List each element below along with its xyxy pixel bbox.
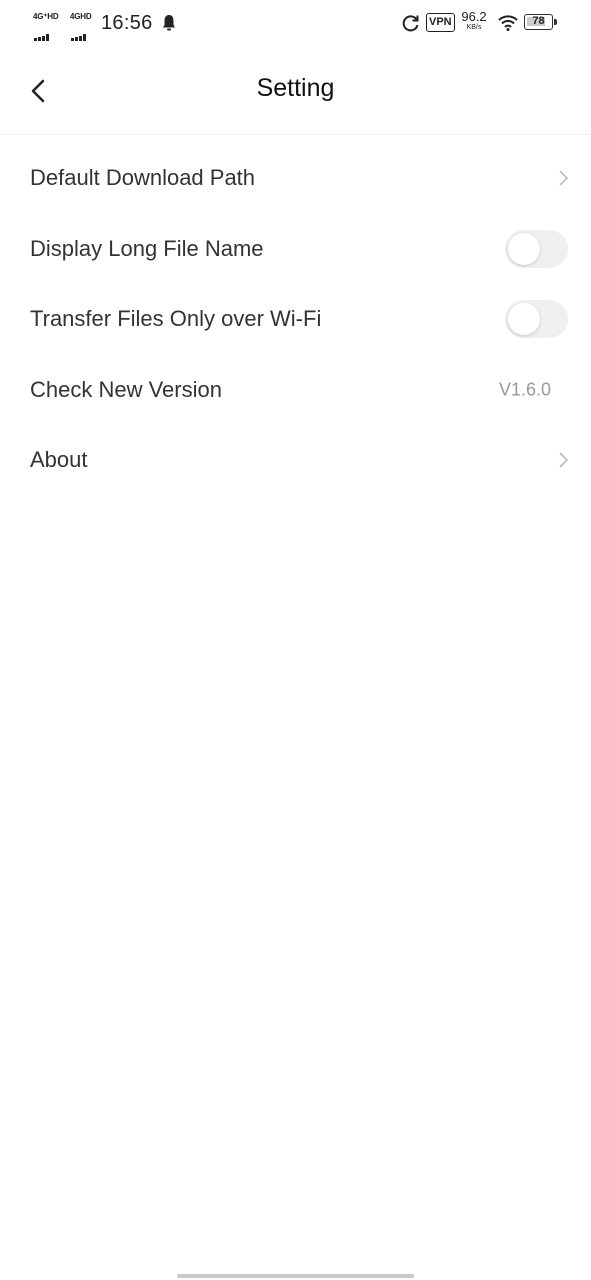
setting-display-long-file-name: Display Long File Name [0,214,591,285]
speed-value: 96.2 [461,9,487,24]
vpn-badge: VPN [426,13,455,32]
sim1-network-label: 4G⁺HD [33,12,59,21]
chevron-right-icon [559,170,569,186]
sim2-signal: 4GHD [70,12,100,41]
sim1-signal: 4G⁺HD [33,12,63,41]
version-value: V1.6.0 [498,379,551,400]
signal-icon [34,23,50,41]
battery-level: 78 [532,15,545,27]
setting-transfer-wifi-only: Transfer Files Only over Wi-Fi [0,284,591,355]
setting-default-download-path[interactable]: Default Download Path [0,143,591,214]
signal-icon [71,23,87,41]
setting-label: Transfer Files Only over Wi-Fi [30,306,322,332]
setting-label: Default Download Path [30,165,256,191]
battery-icon: 78 [524,14,557,30]
sim2-network-label: 4GHD [70,12,92,21]
setting-check-new-version[interactable]: Check New Version V1.6.0 [0,355,591,426]
settings-list: Default Download Path Display Long File … [0,143,591,496]
setting-about[interactable]: About [0,425,591,496]
speed-unit: KB/s [466,24,482,31]
display-long-file-name-toggle[interactable] [505,229,568,268]
setting-label: About [30,447,88,473]
app-header: Setting [0,46,591,135]
home-indicator[interactable] [177,1274,414,1278]
sync-icon [402,15,419,32]
notification-bell-icon [163,15,175,31]
wifi-icon [498,15,518,31]
transfer-wifi-only-toggle[interactable] [505,300,568,339]
setting-label: Check New Version [30,376,222,402]
chevron-right-icon [559,452,569,468]
status-bar: 4G⁺HD 4GHD 16:56 VPN 96.2 KB/s 78 [0,0,591,46]
clock: 16:56 [101,12,153,34]
page-title: Setting [256,74,335,102]
setting-label: Display Long File Name [30,235,264,261]
network-speed: 96.2 KB/s [459,10,489,32]
